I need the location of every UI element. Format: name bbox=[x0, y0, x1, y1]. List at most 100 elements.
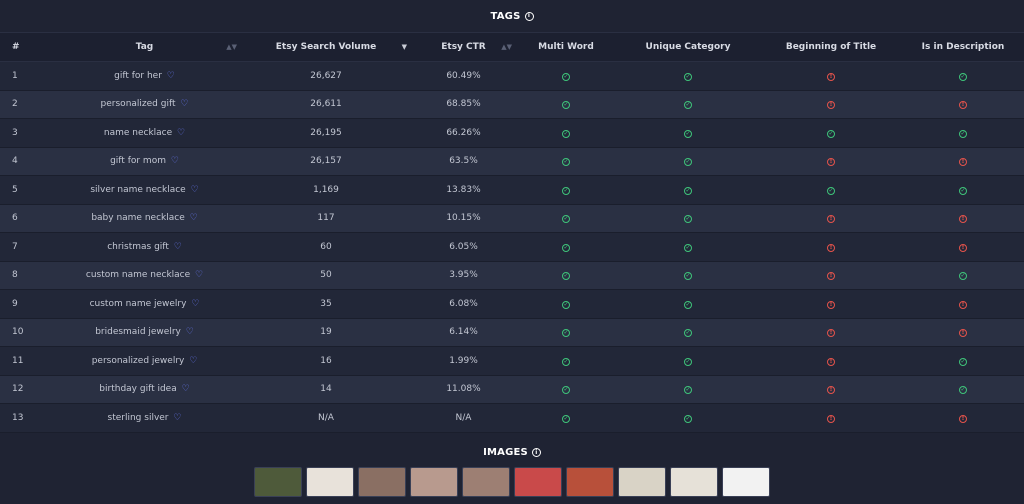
tag-cell: christmas gift ♡ bbox=[48, 233, 241, 262]
search-volume-cell: 19 bbox=[320, 327, 332, 338]
heart-icon[interactable]: ♡ bbox=[182, 384, 190, 394]
heart-icon[interactable]: ♡ bbox=[186, 327, 194, 337]
sort-desc-icon[interactable]: ▼ bbox=[402, 43, 407, 51]
alert-circle-icon: ! bbox=[959, 243, 967, 252]
in-description-cell: ✓ bbox=[902, 375, 1024, 404]
col-header-unique-category: Unique Category bbox=[645, 42, 731, 52]
beginning-title-cell: ! bbox=[760, 233, 902, 262]
unique-category-cell: ✓ bbox=[616, 375, 760, 404]
row-number: 5 bbox=[12, 184, 18, 195]
alert-circle-icon: ! bbox=[827, 300, 835, 309]
check-circle-icon: ✓ bbox=[684, 300, 692, 309]
heart-icon[interactable]: ♡ bbox=[195, 270, 203, 280]
tag-text: sterling silver bbox=[107, 412, 169, 423]
alert-circle-icon: ! bbox=[827, 329, 835, 338]
beginning-title-cell: ! bbox=[760, 62, 902, 91]
col-header-ctr[interactable]: Etsy CTR ▲▼ bbox=[411, 33, 516, 62]
table-row: 8 custom name necklace ♡ 50 3.95% ✓ ✓! ✓ bbox=[0, 261, 1024, 290]
in-description-cell: ✓ bbox=[902, 62, 1024, 91]
tag-text: name necklace bbox=[103, 127, 173, 138]
col-header-volume[interactable]: Etsy Search Volume ▼ bbox=[241, 33, 411, 62]
image-thumbnail[interactable] bbox=[306, 466, 354, 497]
tag-text: silver name necklace bbox=[90, 184, 186, 195]
check-circle-icon: ✓ bbox=[827, 129, 835, 138]
col-header-multi-word: Multi Word bbox=[538, 42, 594, 52]
search-volume-cell: 50 bbox=[320, 270, 332, 281]
tag-cell: personalized gift ♡ bbox=[48, 90, 241, 119]
images-title: IMAGES bbox=[483, 447, 528, 458]
ctr-cell: 11.08% bbox=[446, 384, 481, 395]
unique-category-cell: ✓ bbox=[616, 176, 760, 205]
ctr-cell: 60.49% bbox=[446, 70, 481, 81]
image-thumbnail[interactable] bbox=[566, 466, 614, 497]
row-number: 13 bbox=[12, 412, 24, 423]
unique-category-cell: ✓ bbox=[616, 404, 760, 433]
heart-icon[interactable]: ♡ bbox=[173, 413, 181, 423]
image-thumbnail[interactable] bbox=[722, 466, 770, 497]
heart-icon[interactable]: ♡ bbox=[189, 356, 197, 366]
multi-word-cell: ✓ bbox=[516, 375, 616, 404]
in-description-cell: ✓ bbox=[902, 347, 1024, 376]
multi-word-cell: ✓ bbox=[516, 347, 616, 376]
check-circle-icon: ✓ bbox=[684, 272, 692, 281]
ctr-cell: 3.95% bbox=[449, 270, 478, 281]
ctr-cell: 10.15% bbox=[446, 213, 481, 224]
row-number: 3 bbox=[12, 127, 18, 138]
heart-icon[interactable]: ♡ bbox=[191, 299, 199, 309]
search-volume-cell: 1,169 bbox=[313, 184, 339, 195]
tag-cell: baby name necklace ♡ bbox=[48, 204, 241, 233]
alert-circle-icon: ! bbox=[827, 357, 835, 366]
image-thumbnail[interactable] bbox=[670, 466, 718, 497]
beginning-title-cell: ! bbox=[760, 147, 902, 176]
alert-circle-icon: ! bbox=[827, 272, 835, 281]
heart-icon[interactable]: ♡ bbox=[191, 185, 199, 195]
in-description-cell: ! bbox=[902, 90, 1024, 119]
image-thumbnails bbox=[0, 466, 1024, 497]
row-number: 4 bbox=[12, 156, 18, 167]
image-thumbnail[interactable] bbox=[358, 466, 406, 497]
table-row: 3 name necklace ♡ 26,195 66.26% ✓ ✓ ✓ ✓ bbox=[0, 118, 1024, 148]
image-thumbnail[interactable] bbox=[462, 466, 510, 497]
search-volume-cell: 35 bbox=[320, 298, 332, 309]
check-circle-icon: ✓ bbox=[959, 186, 967, 195]
tag-cell: custom name necklace ♡ bbox=[48, 261, 241, 290]
table-row: 1 gift for her ♡ 26,627 60.49% ✓ ✓! ✓ bbox=[0, 61, 1024, 91]
multi-word-cell: ✓ bbox=[516, 119, 616, 148]
image-thumbnail[interactable] bbox=[618, 466, 666, 497]
tag-text: custom name necklace bbox=[85, 270, 191, 281]
check-circle-icon: ✓ bbox=[684, 357, 692, 366]
table-row: 7 christmas gift ♡ 60 6.05% ✓ ✓!! bbox=[0, 232, 1024, 262]
row-number: 7 bbox=[12, 241, 18, 252]
alert-circle-icon: ! bbox=[959, 215, 967, 224]
col-header-beginning-title: Beginning of Title bbox=[785, 42, 877, 52]
heart-icon[interactable]: ♡ bbox=[167, 71, 175, 81]
heart-icon[interactable]: ♡ bbox=[171, 156, 179, 166]
image-thumbnail[interactable] bbox=[254, 466, 302, 497]
image-thumbnail[interactable] bbox=[514, 466, 562, 497]
in-description-cell: ✓ bbox=[902, 176, 1024, 205]
table-row: 11 personalized jewelry ♡ 16 1.99% ✓ ✓! ✓ bbox=[0, 346, 1024, 376]
col-header-tag-label: Tag bbox=[135, 42, 154, 52]
info-icon[interactable]: i bbox=[531, 448, 541, 457]
info-icon[interactable]: i bbox=[524, 11, 534, 21]
check-circle-icon: ✓ bbox=[562, 414, 570, 423]
tag-text: personalized gift bbox=[100, 99, 176, 110]
tag-text: gift for mom bbox=[110, 156, 166, 167]
in-description-cell: ✓ bbox=[902, 119, 1024, 148]
col-header-tag[interactable]: Tag ▲▼ bbox=[48, 33, 241, 62]
image-thumbnail[interactable] bbox=[410, 466, 458, 497]
multi-word-cell: ✓ bbox=[516, 318, 616, 347]
heart-icon[interactable]: ♡ bbox=[177, 128, 185, 138]
col-header-ctr-label: Etsy CTR bbox=[441, 42, 486, 52]
heart-icon[interactable]: ♡ bbox=[174, 242, 182, 252]
sort-icon[interactable]: ▲▼ bbox=[501, 43, 512, 51]
tag-cell: birthday gift idea ♡ bbox=[48, 375, 241, 404]
heart-icon[interactable]: ♡ bbox=[180, 99, 188, 109]
heart-icon[interactable]: ♡ bbox=[190, 213, 198, 223]
check-circle-icon: ✓ bbox=[684, 72, 692, 81]
sort-icon[interactable]: ▲▼ bbox=[226, 43, 237, 51]
ctr-cell: N/A bbox=[455, 412, 472, 423]
check-circle-icon: ✓ bbox=[562, 357, 570, 366]
check-circle-icon: ✓ bbox=[562, 186, 570, 195]
check-circle-icon: ✓ bbox=[562, 243, 570, 252]
